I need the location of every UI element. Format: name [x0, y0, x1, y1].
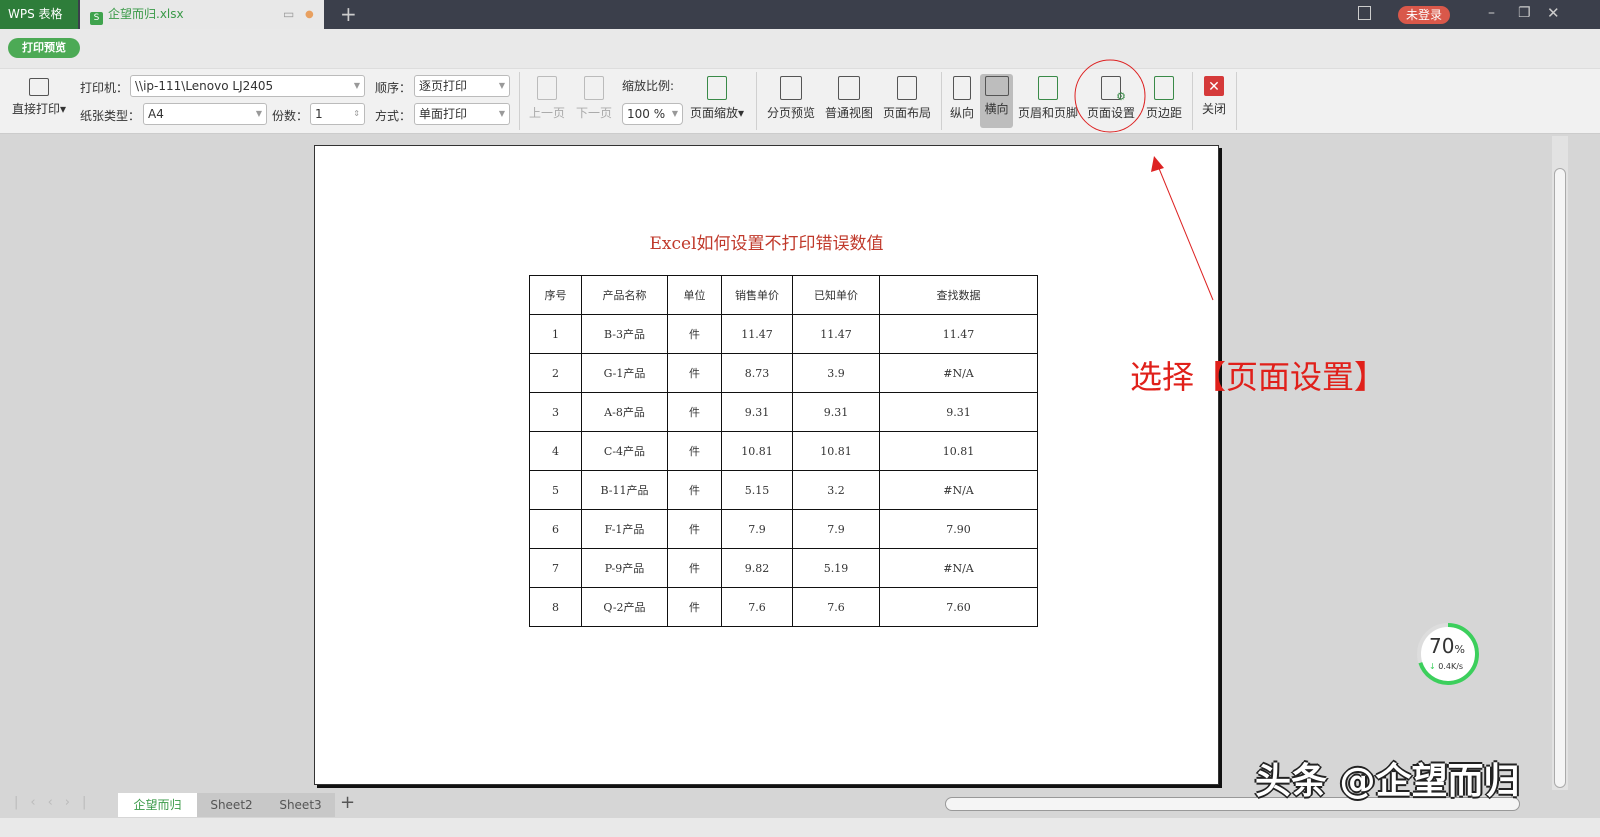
- arrow-line: [1157, 165, 1214, 301]
- annotation-text: 选择【页面设置】: [1130, 358, 1387, 396]
- sheet-tab[interactable]: Sheet3: [266, 793, 335, 817]
- add-sheet-button[interactable]: +: [340, 792, 355, 813]
- download-arrow-icon: ↓: [1429, 662, 1436, 671]
- speed-percent: 70: [1429, 634, 1455, 658]
- scroll-thumb[interactable]: [1554, 168, 1566, 788]
- highlight-circle: [1074, 59, 1146, 133]
- sheet-nav-icons[interactable]: |‹‹›|: [14, 795, 98, 810]
- speed-unit: %: [1454, 643, 1465, 656]
- sheet-tab[interactable]: 企望而归: [118, 793, 197, 817]
- watermark: 头条 @企望而归: [1255, 761, 1520, 802]
- arrow-head-icon: [1151, 156, 1164, 172]
- speed-value: 0.4K/s: [1438, 662, 1464, 671]
- vertical-scrollbar[interactable]: [1552, 136, 1568, 790]
- status-bar: [0, 818, 1600, 837]
- network-speed-widget[interactable]: 70% ↓ 0.4K/s: [1416, 622, 1480, 686]
- annotation-layer: [1074, 59, 1214, 301]
- sheet-tab[interactable]: Sheet2: [197, 793, 266, 817]
